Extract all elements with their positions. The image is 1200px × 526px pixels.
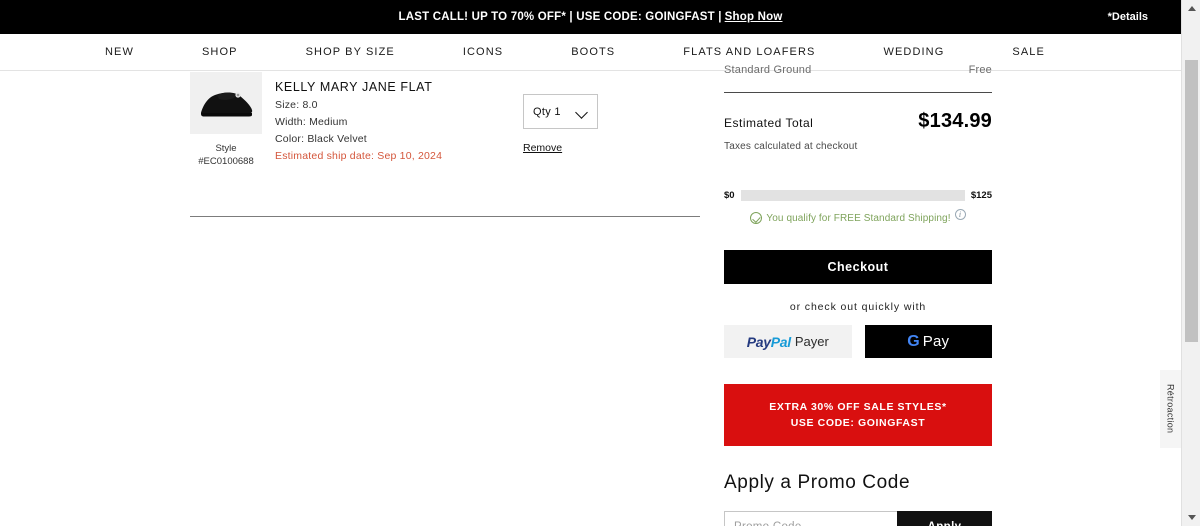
nav-item-shop-by-size[interactable]: SHOP BY SIZE <box>306 46 395 58</box>
checkout-button[interactable]: Checkout <box>724 250 992 284</box>
promo-bar-message-text: LAST CALL! UP TO 70% OFF* | USE CODE: GO… <box>398 11 722 23</box>
nav-item-wedding[interactable]: WEDDING <box>884 46 945 58</box>
free-shipping-progress: $0 $125 <box>724 190 992 201</box>
google-pay-label: Pay <box>922 333 950 350</box>
check-circle-icon <box>750 212 763 224</box>
info-icon[interactable]: i <box>954 208 966 220</box>
cart-item-row: Style #EC0100688 KELLY MARY JANE FLAT Si… <box>190 72 700 168</box>
nav-item-icons[interactable]: ICONS <box>463 46 503 58</box>
sale-banner-code-prefix: USE CODE: <box>790 417 858 429</box>
style-label-text: Style <box>215 143 237 154</box>
progress-min-label: $0 <box>724 190 735 201</box>
quantity-column: Qty 1 Remove <box>523 72 598 156</box>
promo-bar-message: LAST CALL! UP TO 70% OFF* | USE CODE: GO… <box>399 11 783 23</box>
sale-promo-banner[interactable]: EXTRA 30% OFF SALE STYLES* USE CODE: GOI… <box>724 384 992 446</box>
sale-banner-line1: EXTRA 30% OFF SALE STYLES* <box>769 401 947 413</box>
paypal-logo: PayPal <box>747 334 791 350</box>
shop-now-link[interactable]: Shop Now <box>725 11 783 23</box>
paypal-button[interactable]: PayPal Payer <box>724 325 852 358</box>
google-pay-button[interactable]: G Pay <box>864 325 992 358</box>
promo-code-heading: Apply a Promo Code <box>724 472 911 493</box>
quantity-select[interactable]: Qty 1 <box>523 94 598 129</box>
page-viewport: LAST CALL! UP TO 70% OFF* | USE CODE: GO… <box>0 0 1200 526</box>
page-scrollbar[interactable] <box>1181 0 1200 526</box>
main-navigation: NEW SHOP SHOP BY SIZE ICONS BOOTS FLATS … <box>0 34 1181 71</box>
sale-banner-code: GOINGFAST <box>858 417 926 429</box>
triangle-up-icon <box>1187 6 1196 11</box>
nav-item-shop[interactable]: SHOP <box>202 46 238 58</box>
progress-track <box>740 190 965 201</box>
product-color: Color: Black Velvet <box>275 133 367 145</box>
style-number-block: Style #EC0100688 <box>190 142 262 168</box>
cart-items-column: Style #EC0100688 KELLY MARY JANE FLAT Si… <box>190 72 700 217</box>
nav-item-boots[interactable]: BOOTS <box>571 46 615 58</box>
order-summary: Standard Ground Free Estimated Total $13… <box>724 62 992 526</box>
quick-checkout-label: or check out quickly with <box>789 301 927 313</box>
scroll-up-arrow-icon[interactable] <box>1182 0 1200 17</box>
apply-promo-button[interactable]: Apply <box>897 511 992 526</box>
tax-note: Taxes calculated at checkout <box>724 141 858 152</box>
shipping-method-row: Standard Ground Free <box>724 62 992 78</box>
triangle-down-icon <box>1187 515 1196 520</box>
promo-details-link[interactable]: *Details <box>1108 11 1148 23</box>
feedback-tab[interactable]: Rétroaction <box>1160 370 1181 448</box>
style-number-text: #EC0100688 <box>198 156 254 167</box>
summary-divider <box>724 92 992 93</box>
nav-item-sale[interactable]: SALE <box>1012 46 1045 58</box>
paypal-button-suffix: Payer <box>794 334 829 349</box>
google-g-icon: G <box>907 332 920 350</box>
nav-item-new[interactable]: NEW <box>105 46 134 58</box>
product-title[interactable]: KELLY MARY JANE FLAT <box>275 80 490 94</box>
top-promo-bar: LAST CALL! UP TO 70% OFF* | USE CODE: GO… <box>0 0 1181 34</box>
feedback-tab-label: Rétroaction <box>1165 384 1176 434</box>
product-image[interactable] <box>190 72 262 134</box>
product-size: Size: 8.0 <box>275 99 318 111</box>
cart-divider <box>190 216 700 217</box>
remove-item-link[interactable]: Remove <box>523 142 562 154</box>
shipping-method-label: Standard Ground <box>724 64 812 76</box>
product-thumbnail-block: Style #EC0100688 <box>190 72 262 168</box>
nav-item-list: NEW SHOP SHOP BY SIZE ICONS BOOTS FLATS … <box>105 46 1045 58</box>
nav-item-flats-and-loafers[interactable]: FLATS AND LOAFERS <box>683 46 815 58</box>
google-g-letter: G <box>907 332 920 350</box>
product-width: Width: Medium <box>275 116 348 128</box>
promo-code-input[interactable] <box>724 511 897 526</box>
quantity-value: Qty 1 <box>533 105 561 118</box>
scroll-down-arrow-icon[interactable] <box>1182 509 1200 526</box>
estimated-total-value: $134.99 <box>918 110 992 132</box>
sale-banner-line2: USE CODE: GOINGFAST <box>791 415 926 431</box>
shipping-method-cost: Free <box>968 64 992 76</box>
chevron-down-icon <box>577 108 588 115</box>
paypal-logo-pal: Pal <box>770 333 791 350</box>
estimated-ship-date: Estimated ship date: Sep 10, 2024 <box>275 150 443 162</box>
shoe-icon <box>201 92 253 117</box>
scrollbar-thumb[interactable] <box>1185 60 1198 342</box>
paypal-logo-pay: Pay <box>746 333 771 350</box>
estimated-total-row: Estimated Total $134.99 <box>724 110 992 133</box>
free-shipping-message-row: You qualify for FREE Standard Shipping! … <box>724 208 992 224</box>
free-shipping-message: You qualify for FREE Standard Shipping! <box>766 212 951 224</box>
quick-pay-buttons: PayPal Payer G Pay <box>724 325 992 358</box>
promo-code-form: Apply <box>724 511 992 526</box>
estimated-total-label: Estimated Total <box>724 116 814 130</box>
product-details: KELLY MARY JANE FLAT Size: 8.0 Width: Me… <box>275 72 490 162</box>
progress-max-label: $125 <box>970 190 992 201</box>
